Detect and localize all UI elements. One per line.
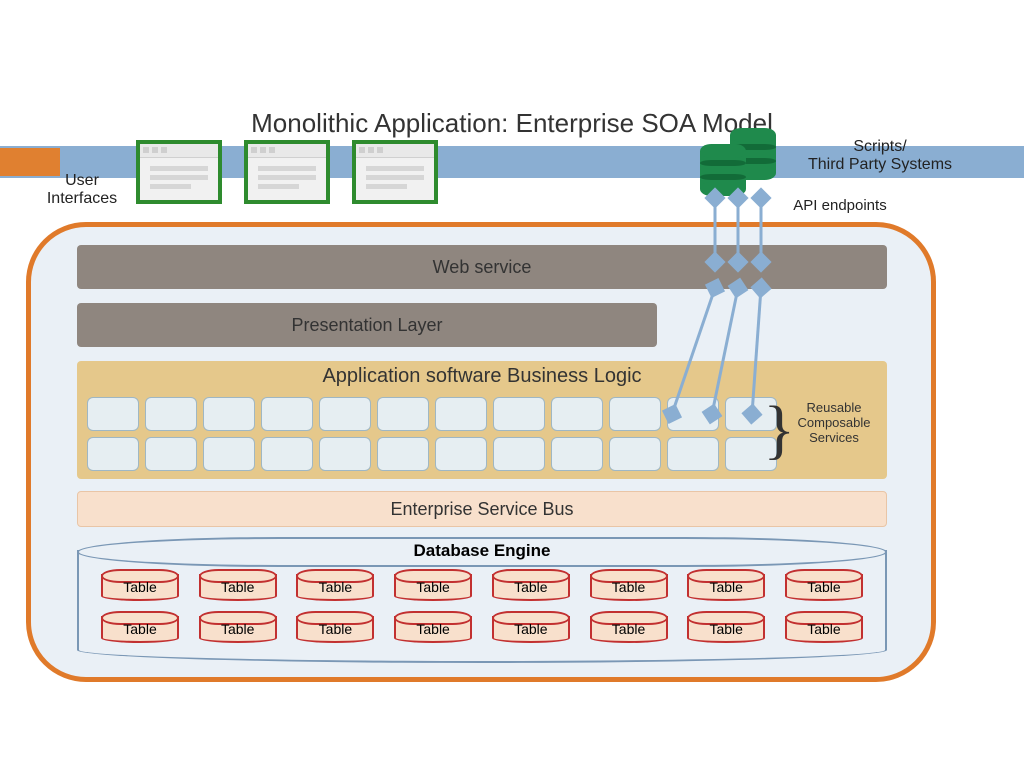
service-cell	[203, 397, 255, 431]
service-cell	[667, 397, 719, 431]
service-cell	[261, 437, 313, 471]
presentation-layer: Presentation Layer	[77, 303, 657, 347]
table-icon: Table	[296, 611, 374, 643]
service-cell	[377, 437, 429, 471]
browser-window-icon	[136, 140, 222, 204]
service-cell	[319, 397, 371, 431]
user-interfaces-label: UserInterfaces	[36, 172, 128, 207]
table-icon: Table	[492, 569, 570, 601]
table-icon: Table	[394, 569, 472, 601]
table-icon: Table	[590, 611, 668, 643]
table-icon: Table	[785, 569, 863, 601]
table-icon: Table	[687, 611, 765, 643]
table-icon: Table	[296, 569, 374, 601]
business-logic-title: Application software Business Logic	[322, 365, 641, 388]
enterprise-service-bus-layer: Enterprise Service Bus	[77, 491, 887, 527]
table-icon: Table	[492, 611, 570, 643]
table-icon: Table	[394, 611, 472, 643]
service-cell	[667, 437, 719, 471]
scripts-label: Scripts/Third Party Systems	[780, 138, 980, 173]
service-cell	[377, 397, 429, 431]
table-icon: Table	[785, 611, 863, 643]
database-engine-title: Database Engine	[77, 541, 887, 561]
tables-grid: Table Table Table Table Table Table Table Table…	[101, 569, 863, 643]
table-icon: Table	[199, 569, 277, 601]
service-cell	[87, 437, 139, 471]
table-icon: Table	[101, 569, 179, 601]
table-icon: Table	[101, 611, 179, 643]
browser-window-icon	[244, 140, 330, 204]
service-cell	[435, 437, 487, 471]
api-endpoints-label: API endpoints	[770, 198, 910, 215]
service-cell	[609, 437, 661, 471]
database-engine-layer: Database Engine TableTableTableTableTabl…	[77, 537, 887, 663]
table-icon: Table	[199, 611, 277, 643]
services-grid	[87, 397, 777, 471]
browser-window-icon	[352, 140, 438, 204]
service-cell	[145, 437, 197, 471]
service-cell	[319, 437, 371, 471]
service-cell	[493, 437, 545, 471]
reusable-services-label: ReusableComposableServices	[789, 401, 879, 446]
table-icon: Table	[590, 569, 668, 601]
web-service-layer: Web service	[77, 245, 887, 289]
service-cell	[87, 397, 139, 431]
service-cell	[551, 397, 603, 431]
service-cell	[145, 397, 197, 431]
service-cell	[261, 397, 313, 431]
service-cell	[609, 397, 661, 431]
database-icon	[700, 144, 746, 196]
service-cell	[203, 437, 255, 471]
service-cell	[435, 397, 487, 431]
service-cell	[551, 437, 603, 471]
table-icon: Table	[687, 569, 765, 601]
diagram-title: Monolithic Application: Enterprise SOA M…	[0, 108, 1024, 139]
service-cell	[493, 397, 545, 431]
business-logic-layer: Application software Business Logic } Re…	[77, 361, 887, 479]
monolith-container: Web service Presentation Layer Applicati…	[26, 222, 936, 682]
